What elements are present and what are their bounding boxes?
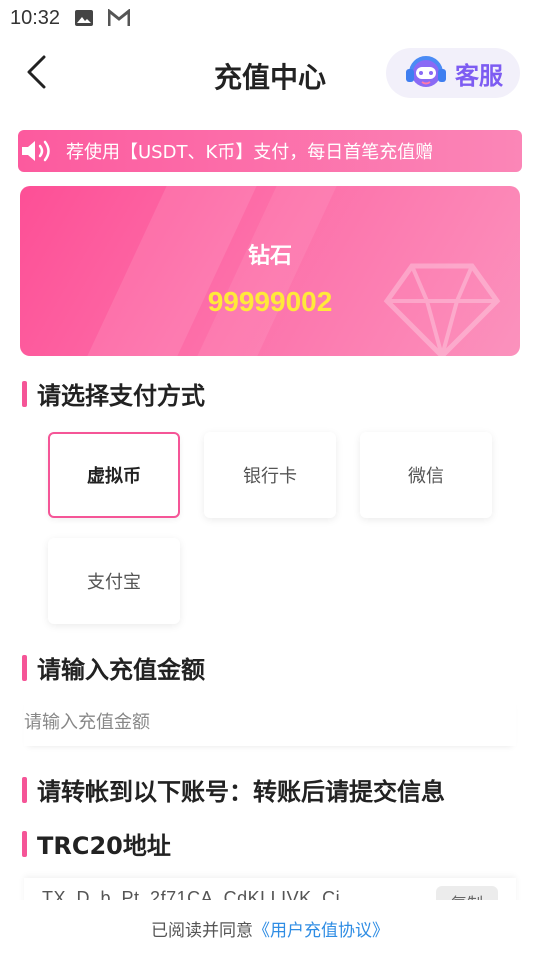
section-heading-label: 请输入充值金额	[37, 656, 205, 684]
agreement-footer: 已阅读并同意 《用户充值协议》	[0, 900, 540, 956]
pay-option-crypto[interactable]: 虚拟币	[48, 432, 180, 518]
status-time: 10:32	[10, 6, 61, 29]
status-bar: 10:32	[0, 0, 540, 36]
customer-service-button[interactable]: 客服	[386, 48, 520, 98]
pay-option-alipay[interactable]: 支付宝	[48, 538, 180, 624]
balance-card: 钻石 99999002	[20, 186, 520, 356]
section-heading-label: 请转帐到以下账号：转账后请提交信息	[37, 778, 445, 806]
balance-title: 钻石	[247, 244, 292, 269]
heading-accent-bar	[22, 830, 27, 857]
pay-option-wechat[interactable]: 微信	[360, 432, 492, 518]
section-heading-label: TRC20地址	[37, 832, 171, 860]
heading-accent-bar	[22, 380, 27, 407]
amount-input[interactable]	[24, 698, 516, 746]
notice-banner: 荐使用【USDT、K币】支付，每日首笔充值赠	[18, 130, 522, 172]
gmail-icon	[107, 7, 131, 27]
agreement-prefix: 已阅读并同意	[151, 920, 253, 941]
gallery-icon	[74, 9, 94, 27]
notice-text: 荐使用【USDT、K币】支付，每日首笔充值赠	[66, 142, 434, 163]
section-heading-address: TRC20地址	[22, 826, 171, 861]
section-heading-transfer: 请转帐到以下账号：转账后请提交信息	[22, 772, 445, 807]
pay-option-bank-card[interactable]: 银行卡	[204, 432, 336, 518]
customer-service-label: 客服	[455, 61, 503, 90]
heading-accent-bar	[22, 654, 27, 681]
agreement-link[interactable]: 《用户充值协议》	[253, 916, 389, 941]
heading-accent-bar	[22, 776, 27, 803]
speaker-icon	[18, 130, 58, 172]
section-heading-pay-method: 请选择支付方式	[22, 376, 205, 411]
balance-value: 99999002	[207, 286, 333, 317]
headset-icon	[403, 51, 449, 95]
header: 充值中心 客服	[0, 40, 540, 108]
section-heading-amount: 请输入充值金额	[22, 650, 205, 685]
section-heading-label: 请选择支付方式	[37, 382, 205, 410]
